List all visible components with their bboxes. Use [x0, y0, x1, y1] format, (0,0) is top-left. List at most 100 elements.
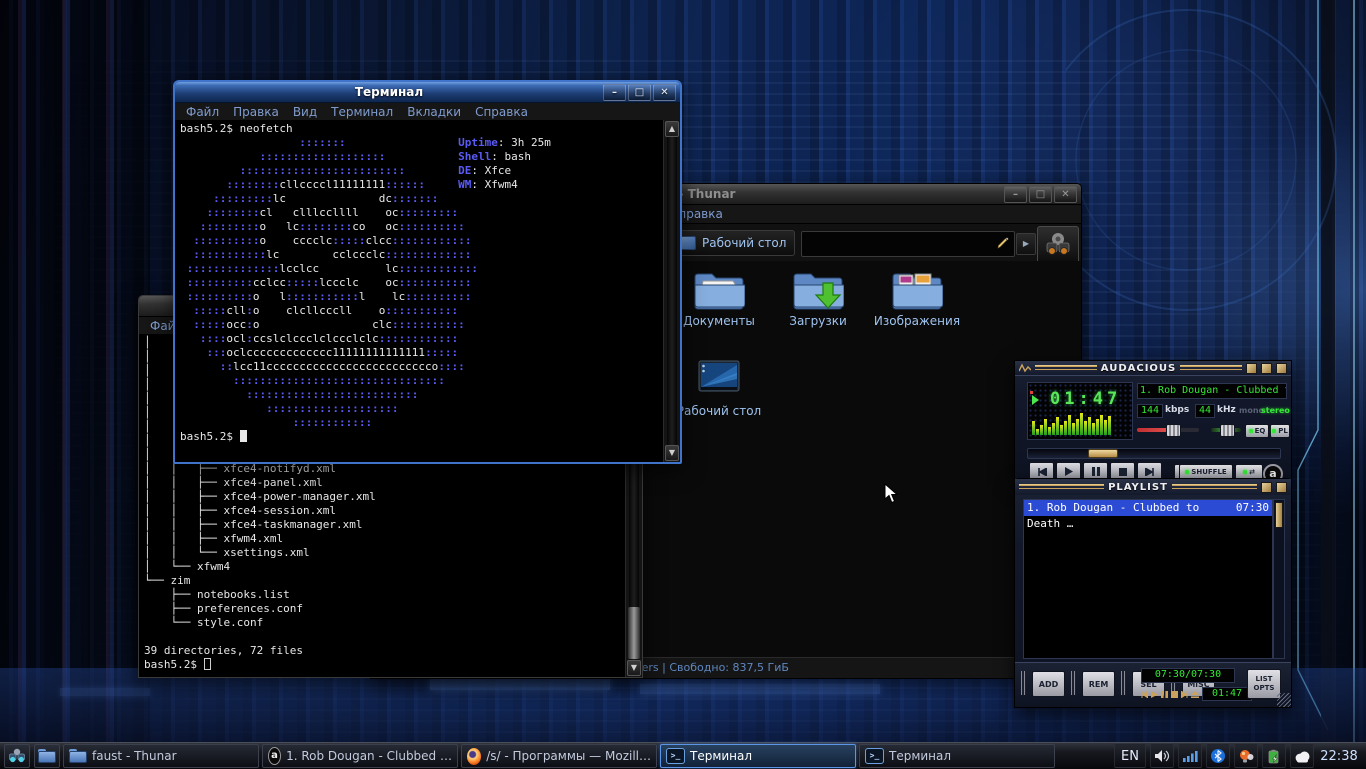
next-icon[interactable] [1181, 690, 1188, 698]
spectrum-bar [1056, 417, 1059, 435]
resize-grip[interactable] [1277, 693, 1291, 707]
firefox-icon [467, 747, 482, 765]
spectrum-bar [1104, 420, 1107, 435]
menu-item-5[interactable]: Справка [468, 105, 535, 119]
pause-icon[interactable] [1161, 690, 1168, 698]
tree-line: │ │ ├── xfce4-notifyd.xml [144, 462, 337, 475]
menu-item-2[interactable]: Вид [286, 105, 324, 119]
task-thunar[interactable]: faust - Thunar [63, 744, 259, 768]
shade-button[interactable] [1261, 362, 1273, 374]
playlist-scrollbar[interactable] [1273, 499, 1285, 659]
eq-label: EQ [1254, 427, 1266, 435]
equalizer-button[interactable]: EQ [1245, 424, 1269, 438]
task-firefox[interactable]: /s/ - Программы — Mozill… [461, 744, 657, 768]
close-button[interactable] [1276, 481, 1287, 493]
playlist-titlebar[interactable]: PLAYLIST [1015, 479, 1291, 495]
menu-item-4[interactable]: Вкладки [400, 105, 468, 119]
appfinder-launcher[interactable] [4, 744, 30, 768]
playlist-title: PLAYLIST [1108, 481, 1168, 493]
location-entry[interactable] [801, 231, 1015, 257]
volume-tray-icon[interactable] [1150, 744, 1174, 768]
bluetooth-tray-icon[interactable] [1206, 744, 1230, 768]
minimize-button[interactable]: – [1004, 185, 1027, 203]
list-opts-line2: OPTS [1253, 684, 1275, 692]
terminal1-scrollbar[interactable]: ▲ ▼ [663, 120, 680, 462]
playlist-entry-selected[interactable]: 1. Rob Dougan - Clubbed to Death … 07:30 [1024, 500, 1272, 530]
tree-line: │ │ ├── xfce4-session.xml [144, 504, 337, 517]
menu-item-3[interactable]: Терминал [324, 105, 400, 119]
pathbar-desktop-button[interactable]: Рабочий стол [671, 230, 795, 256]
scroll-down-button[interactable]: ▼ [665, 445, 679, 461]
balance-slider[interactable] [1211, 424, 1241, 437]
playlist-toggle-button[interactable]: PL [1270, 424, 1290, 438]
time-display-panel[interactable]: 01:47 [1027, 382, 1133, 440]
stop-icon[interactable] [1171, 690, 1178, 698]
keyboard-layout-indicator[interactable]: EN [1114, 744, 1146, 768]
shuffle-label: SHUFFLE [1191, 468, 1227, 476]
seek-bar[interactable] [1027, 448, 1281, 459]
network-signal-tray-icon[interactable] [1178, 744, 1202, 768]
file-item-documents[interactable]: Документы [671, 269, 767, 328]
wallpaper-left-bars [0, 0, 150, 768]
minimize-button[interactable]: – [603, 83, 626, 101]
weather-tray-icon[interactable] [1290, 744, 1314, 768]
maximize-button[interactable]: □ [1029, 185, 1052, 203]
list-opts-line1: LIST [1255, 675, 1273, 683]
mouse-cursor [884, 483, 898, 504]
status-led [1030, 391, 1033, 394]
task-terminal[interactable]: >_ Терминал [859, 744, 1055, 768]
scroll-down-button[interactable]: ▼ [627, 660, 641, 676]
file-item-desktop[interactable]: Рабочий стол [671, 359, 767, 418]
system-tray: EN 22:38 [1114, 743, 1366, 769]
remove-button[interactable]: REM [1082, 671, 1115, 697]
minimize-button[interactable] [1246, 362, 1258, 374]
file-item-downloads[interactable]: Загрузки [770, 269, 866, 328]
clock[interactable]: 22:38 [1318, 745, 1360, 767]
scrollbar-trough[interactable] [667, 137, 677, 445]
folder-download-icon [793, 273, 844, 310]
spectrum-analyzer[interactable] [1032, 411, 1128, 435]
maximize-button[interactable]: □ [628, 83, 651, 101]
eject-icon[interactable] [1191, 690, 1199, 698]
list-options-button[interactable]: LIST OPTS [1247, 669, 1281, 699]
tree-line [144, 630, 624, 644]
seek-bar-thumb[interactable] [1088, 449, 1119, 458]
audacious-titlebar[interactable]: AUDACIOUS [1015, 361, 1291, 375]
file-item-pictures[interactable]: Изображения [869, 269, 965, 328]
scrollbar-thumb[interactable] [628, 607, 640, 659]
terminal1-titlebar[interactable]: Терминал – □ ✕ [175, 82, 680, 103]
redshift-lamp-tray-icon[interactable] [1234, 744, 1258, 768]
spectrum-bar [1076, 419, 1079, 435]
balance-slider-thumb[interactable] [1220, 424, 1235, 437]
song-title-marquee[interactable]: 1. Rob Dougan - Clubbed to [1137, 383, 1287, 399]
playlist-scrollbar-thumb[interactable] [1275, 502, 1283, 528]
menu-item-1[interactable]: Правка [226, 105, 286, 119]
close-button[interactable] [1276, 362, 1288, 374]
tree-line: ├── notebooks.list [144, 588, 290, 601]
spectrum-bar [1036, 429, 1039, 435]
volume-slider[interactable] [1137, 424, 1199, 437]
task-terminal-active[interactable]: >_ Терминал [660, 744, 856, 768]
close-button[interactable]: ✕ [1054, 185, 1077, 203]
search-button[interactable] [1037, 226, 1079, 264]
pathbar-dropdown-button[interactable]: ▶ [1016, 233, 1036, 255]
menu-item-0[interactable]: Файл [179, 105, 226, 119]
waveform-icon [1019, 363, 1031, 373]
spectrum-bar [1080, 413, 1083, 435]
playlist-list[interactable]: 1. Rob Dougan - Clubbed to Death … 07:30 [1023, 499, 1273, 659]
battery-tray-icon[interactable] [1262, 744, 1286, 768]
shade-button[interactable] [1261, 481, 1272, 493]
terminal1-content[interactable]: bash5.2$ neofetch ::::::: Uptime: 3h 25m… [180, 122, 662, 462]
previous-icon[interactable] [1141, 690, 1148, 698]
close-button[interactable]: ✕ [653, 83, 676, 101]
file-manager-launcher[interactable] [34, 744, 60, 768]
repeat-icon: ⇄ [1249, 468, 1255, 476]
scroll-up-button[interactable]: ▲ [665, 121, 679, 137]
button-ridge [1121, 671, 1126, 695]
spectrum-bar [1084, 421, 1087, 435]
play-icon[interactable] [1151, 690, 1158, 698]
add-button[interactable]: ADD [1032, 671, 1065, 697]
volume-slider-thumb[interactable] [1166, 424, 1181, 437]
tree-line: │ │ └── xsettings.xml [144, 546, 310, 559]
task-audacious[interactable]: a 1. Rob Dougan - Clubbed … [262, 744, 458, 768]
